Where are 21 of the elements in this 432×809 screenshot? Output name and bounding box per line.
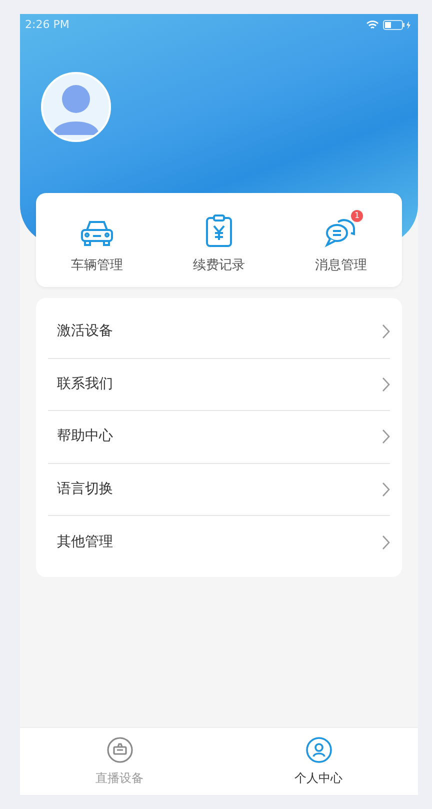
chevron-right-icon [382, 482, 390, 497]
notification-badge: 1 [351, 210, 363, 222]
device-icon [106, 736, 132, 762]
receipt-icon [205, 214, 233, 248]
shortcut-item[interactable]: 1 消息管理 [280, 193, 402, 287]
menu-item[interactable]: 其他管理 [48, 516, 390, 568]
wifi-icon [366, 20, 379, 30]
chevron-right-icon [382, 324, 390, 340]
chevron-right-icon [382, 534, 390, 550]
shortcut-item[interactable]: 续费记录 [158, 193, 280, 287]
nav-tab[interactable]: 个人中心 [219, 728, 418, 795]
chevron-right-icon [382, 376, 390, 392]
battery-icon [383, 20, 411, 30]
shortcut-item[interactable]: 车辆管理 [36, 193, 158, 287]
menu-item[interactable]: 联系我们 [48, 358, 390, 411]
status-time: 2:26 PM [25, 17, 70, 33]
person-icon [306, 736, 332, 762]
chevron-right-icon [382, 429, 390, 444]
menu-item[interactable]: 语言切换 [48, 464, 390, 516]
menu-item[interactable]: 激活设备 [48, 306, 390, 358]
menu-item[interactable]: 帮助中心 [48, 411, 390, 464]
